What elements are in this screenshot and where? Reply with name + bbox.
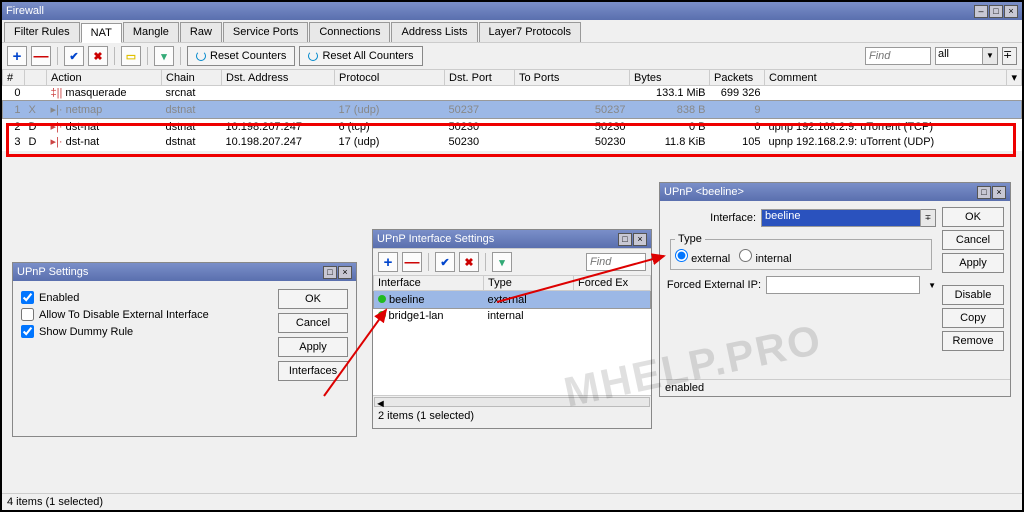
- list-item[interactable]: bridge1-laninternal: [374, 309, 651, 324]
- col-header[interactable]: [25, 70, 47, 86]
- table-row[interactable]: 0‡|| masqueradesrcnat133.1 MiB699 326: [3, 86, 1022, 101]
- reset-all-counters-button[interactable]: Reset All Counters: [299, 46, 422, 66]
- cancel-button[interactable]: Cancel: [278, 313, 348, 333]
- disable-button[interactable]: ✖: [459, 252, 479, 272]
- list-item[interactable]: beelineexternal: [374, 291, 651, 309]
- maximize-icon[interactable]: □: [977, 186, 991, 199]
- dropdown-icon[interactable]: ∓: [1002, 47, 1017, 65]
- enable-button[interactable]: ✔: [64, 46, 84, 66]
- upnp-beeline-title: UPnP <beeline>: [664, 186, 977, 198]
- cancel-button[interactable]: Cancel: [942, 230, 1004, 250]
- chevron-down-icon[interactable]: ▼: [983, 47, 998, 65]
- forced-ip-label: Forced External IP:: [666, 279, 761, 291]
- reload-icon: [196, 51, 206, 61]
- tab-raw[interactable]: Raw: [180, 22, 222, 42]
- maximize-icon[interactable]: □: [323, 266, 337, 279]
- filter-select[interactable]: all: [935, 47, 983, 65]
- upnp-beeline-status: enabled: [660, 379, 1010, 396]
- close-icon[interactable]: ×: [633, 233, 647, 246]
- find-input[interactable]: [865, 47, 931, 65]
- remove-button[interactable]: Remove: [942, 331, 1004, 351]
- status-dot-icon: [378, 311, 386, 319]
- table-row[interactable]: 1X▸|· netmapdstnat17 (udp)5023750237838 …: [3, 101, 1022, 119]
- tab-layer7-protocols[interactable]: Layer7 Protocols: [479, 22, 582, 42]
- filter-icon[interactable]: ▾: [154, 46, 174, 66]
- upnp-if-title: UPnP Interface Settings: [377, 233, 618, 245]
- internal-radio[interactable]: internal: [739, 253, 791, 265]
- chevron-down-icon[interactable]: ▼: [928, 281, 936, 290]
- upnp-settings-title: UPnP Settings: [17, 266, 323, 278]
- col-header[interactable]: Dst. Port: [445, 70, 515, 86]
- enabled-checkbox[interactable]: Enabled: [21, 289, 268, 306]
- firewall-toolbar: + — ✔ ✖ ▭ ▾ Reset Counters Reset All Cou…: [2, 42, 1022, 69]
- enable-button[interactable]: ✔: [435, 252, 455, 272]
- maximize-icon[interactable]: □: [618, 233, 632, 246]
- ok-button[interactable]: OK: [278, 289, 348, 309]
- col-header[interactable]: Interface: [374, 276, 484, 291]
- add-button[interactable]: +: [7, 46, 27, 66]
- disable-button[interactable]: Disable: [942, 285, 1004, 305]
- tab-filter-rules[interactable]: Filter Rules: [4, 22, 80, 42]
- disable-button[interactable]: ✖: [88, 46, 108, 66]
- col-header[interactable]: Action: [47, 70, 162, 86]
- upnp-interface-window[interactable]: UPnP Interface Settings □× + — ✔ ✖ ▾ Int…: [372, 229, 652, 429]
- status-bar: 4 items (1 selected): [2, 493, 1022, 510]
- tab-nat[interactable]: NAT: [81, 23, 122, 43]
- col-header[interactable]: Protocol: [335, 70, 445, 86]
- add-button[interactable]: +: [378, 252, 398, 272]
- maximize-icon[interactable]: □: [989, 5, 1003, 18]
- col-header[interactable]: Bytes: [630, 70, 710, 86]
- show-dummy-checkbox[interactable]: Show Dummy Rule: [21, 323, 268, 340]
- close-icon[interactable]: ×: [992, 186, 1006, 199]
- tab-service-ports[interactable]: Service Ports: [223, 22, 308, 42]
- chevron-down-icon[interactable]: ∓: [921, 209, 936, 227]
- interfaces-button[interactable]: Interfaces: [278, 361, 348, 381]
- copy-button[interactable]: Copy: [942, 308, 1004, 328]
- col-header[interactable]: Forced Ex: [574, 276, 651, 291]
- col-header[interactable]: Dst. Address: [222, 70, 335, 86]
- filter-icon[interactable]: ▾: [492, 252, 512, 272]
- status-dot-icon: [378, 295, 386, 303]
- highlight-box: [6, 123, 1016, 157]
- type-fieldset: Type external internal: [670, 233, 932, 270]
- apply-button[interactable]: Apply: [278, 337, 348, 357]
- tab-address-lists[interactable]: Address Lists: [391, 22, 477, 42]
- allow-disable-checkbox[interactable]: Allow To Disable External Interface: [21, 306, 268, 323]
- find-input[interactable]: [586, 253, 646, 271]
- upnp-beeline-window[interactable]: UPnP <beeline> □× Interface: beeline∓ Ty…: [659, 182, 1011, 397]
- comment-button[interactable]: ▭: [121, 46, 141, 66]
- col-header[interactable]: Type: [484, 276, 574, 291]
- firewall-title: Firewall: [6, 5, 974, 17]
- close-icon[interactable]: ×: [1004, 5, 1018, 18]
- forced-ip-input[interactable]: [766, 276, 920, 294]
- tab-connections[interactable]: Connections: [309, 22, 390, 42]
- remove-button[interactable]: —: [31, 46, 51, 66]
- col-header[interactable]: Comment: [765, 70, 1007, 86]
- upnp-settings-window[interactable]: UPnP Settings □× Enabled Allow To Disabl…: [12, 262, 357, 437]
- col-header[interactable]: Packets: [710, 70, 765, 86]
- upnp-if-status: 2 items (1 selected): [373, 408, 651, 424]
- tab-mangle[interactable]: Mangle: [123, 22, 179, 42]
- scrollbar[interactable]: ◄: [374, 397, 650, 407]
- minimize-icon[interactable]: –: [974, 5, 988, 18]
- interface-label: Interface:: [666, 212, 756, 224]
- col-header[interactable]: To Ports: [515, 70, 630, 86]
- external-radio[interactable]: external: [675, 253, 730, 265]
- firewall-titlebar[interactable]: Firewall – □ ×: [2, 2, 1022, 20]
- col-header[interactable]: #: [3, 70, 25, 86]
- apply-button[interactable]: Apply: [942, 253, 1004, 273]
- remove-button[interactable]: —: [402, 252, 422, 272]
- firewall-tabs: Filter RulesNATMangleRawService PortsCon…: [2, 20, 1022, 42]
- upnp-if-grid[interactable]: InterfaceTypeForced Exbeelineexternalbri…: [373, 275, 651, 395]
- reload-icon: [308, 51, 318, 61]
- col-chevron[interactable]: ▾: [1007, 70, 1022, 86]
- interface-select[interactable]: beeline: [761, 209, 921, 227]
- reset-counters-button[interactable]: Reset Counters: [187, 46, 295, 66]
- col-header[interactable]: Chain: [162, 70, 222, 86]
- close-icon[interactable]: ×: [338, 266, 352, 279]
- ok-button[interactable]: OK: [942, 207, 1004, 227]
